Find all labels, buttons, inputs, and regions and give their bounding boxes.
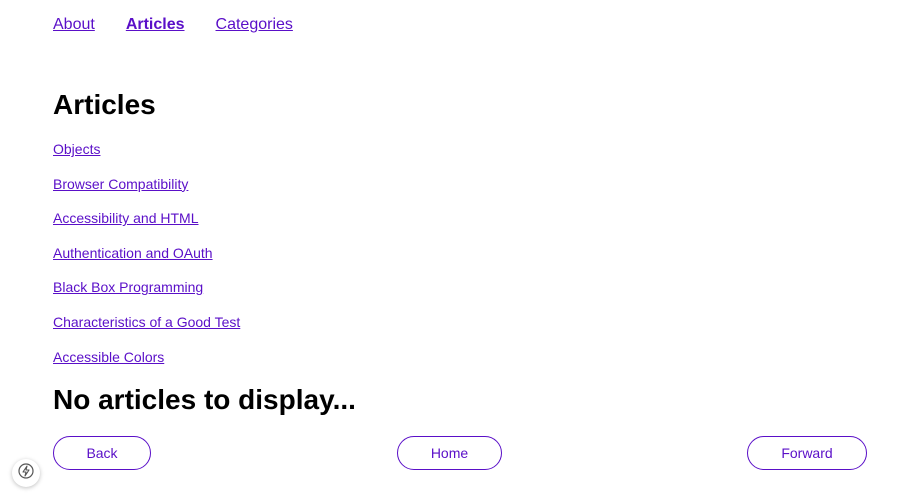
page: About Articles Categories Articles Objec… [0, 0, 922, 499]
article-list: Objects Browser Compatibility Accessibil… [53, 140, 240, 382]
list-item: Characteristics of a Good Test [53, 313, 240, 348]
article-link[interactable]: Authentication and OAuth [53, 245, 213, 261]
nav-link-about[interactable]: About [53, 15, 95, 35]
page-title: Articles [53, 89, 156, 120]
article-link[interactable]: Characteristics of a Good Test [53, 314, 240, 330]
article-link[interactable]: Accessibility and HTML [53, 210, 199, 226]
article-link[interactable]: Accessible Colors [53, 349, 164, 365]
article-link[interactable]: Browser Compatibility [53, 176, 188, 192]
list-item: Accessibility and HTML [53, 209, 240, 244]
empty-message: No articles to display... [53, 384, 356, 415]
forward-button[interactable]: Forward [747, 436, 867, 470]
list-item: Authentication and OAuth [53, 244, 240, 279]
dev-tools-badge[interactable] [12, 459, 40, 487]
lightning-bolt-icon [18, 462, 34, 484]
article-link[interactable]: Black Box Programming [53, 279, 203, 295]
list-item: Black Box Programming [53, 278, 240, 313]
home-button[interactable]: Home [397, 436, 502, 470]
nav-link-categories[interactable]: Categories [216, 15, 293, 35]
article-link[interactable]: Objects [53, 141, 100, 157]
list-item: Browser Compatibility [53, 175, 240, 210]
list-item: Accessible Colors [53, 348, 240, 383]
nav-link-articles[interactable]: Articles [126, 15, 185, 35]
list-item: Objects [53, 140, 240, 175]
back-button[interactable]: Back [53, 436, 151, 470]
top-nav: About Articles Categories [53, 15, 324, 35]
